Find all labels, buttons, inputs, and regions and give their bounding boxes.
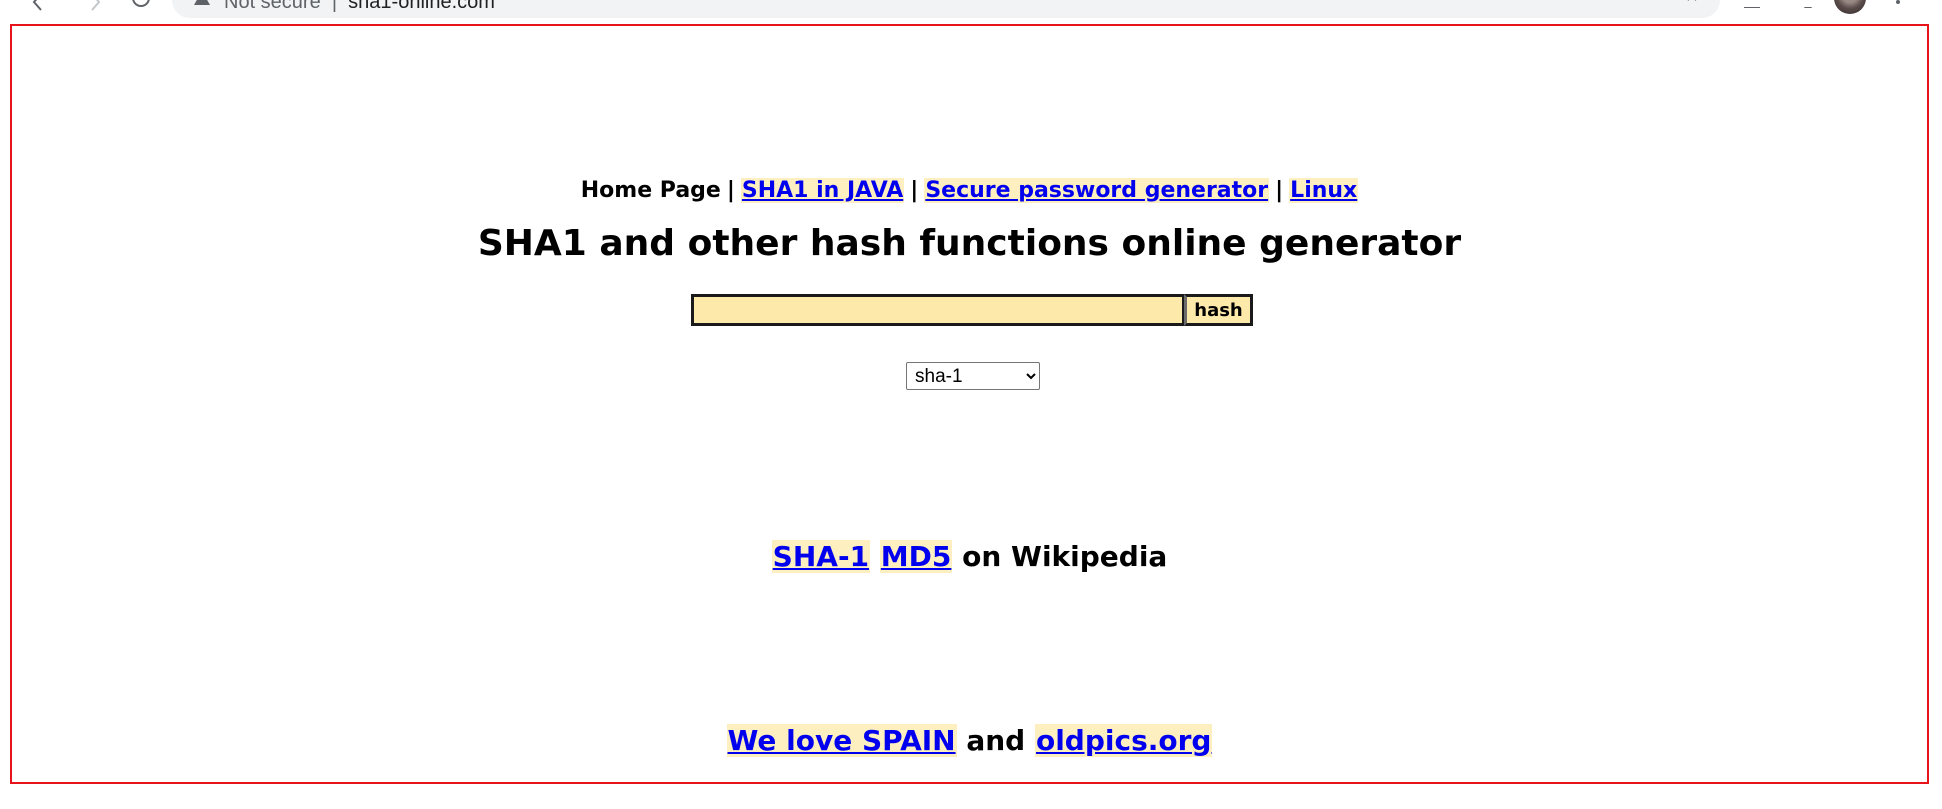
- nav-separator: |: [910, 178, 919, 203]
- media-control-icon[interactable]: [1790, 0, 1814, 8]
- nav-link-sha1-java[interactable]: SHA1 in JAVA: [740, 178, 905, 203]
- security-label: Not secure: [224, 0, 321, 13]
- hash-form: hash: [691, 294, 1253, 326]
- profile-avatar[interactable]: [1834, 0, 1866, 14]
- page-title: SHA1 and other hash functions online gen…: [477, 223, 1462, 264]
- forward-icon[interactable]: [88, 0, 104, 14]
- footer-link-spain[interactable]: We love SPAIN: [726, 724, 957, 757]
- url-text: Not secure | sha1-online.com: [224, 0, 495, 12]
- nav-separator: |: [1275, 178, 1284, 203]
- nav-home-label: Home Page: [580, 178, 721, 203]
- wikipedia-links: SHA-1 MD5 on Wikipedia: [12, 539, 1927, 575]
- wiki-link-md5[interactable]: MD5: [879, 540, 953, 573]
- algorithm-select[interactable]: sha-1: [906, 362, 1040, 390]
- hash-input[interactable]: [691, 294, 1184, 326]
- warning-icon[interactable]: [194, 0, 210, 10]
- hash-button[interactable]: hash: [1184, 294, 1253, 326]
- top-navigation: Home Page | SHA1 in JAVA | Secure password g…: [12, 176, 1927, 206]
- nav-separator: |: [726, 178, 735, 203]
- nav-link-linux[interactable]: Linux: [1289, 178, 1359, 203]
- url-separator: |: [331, 0, 338, 13]
- nav-link-password-generator[interactable]: Secure password generator: [924, 178, 1270, 203]
- wiki-link-sha1[interactable]: SHA-1: [771, 540, 871, 573]
- address-bar[interactable]: Not secure | sha1-online.com ★: [172, 0, 1720, 18]
- browser-toolbar: Not secure | sha1-online.com ★: [0, 0, 1942, 22]
- footer-link-oldpics[interactable]: oldpics.org: [1034, 724, 1213, 757]
- url-host: sha1-online.com: [348, 0, 495, 13]
- wiki-suffix: on Wikipedia: [962, 540, 1168, 573]
- footer-and: and: [966, 724, 1026, 757]
- reload-icon[interactable]: [130, 0, 152, 14]
- back-icon[interactable]: [32, 0, 48, 14]
- page-frame: Home Page | SHA1 in JAVA | Secure password g…: [10, 24, 1929, 784]
- footer-links: We love SPAIN and oldpics.org: [12, 723, 1927, 759]
- extensions-icon[interactable]: [1742, 0, 1762, 8]
- more-menu-icon[interactable]: [1896, 0, 1900, 8]
- bookmark-star-icon[interactable]: ★: [1684, 0, 1700, 2]
